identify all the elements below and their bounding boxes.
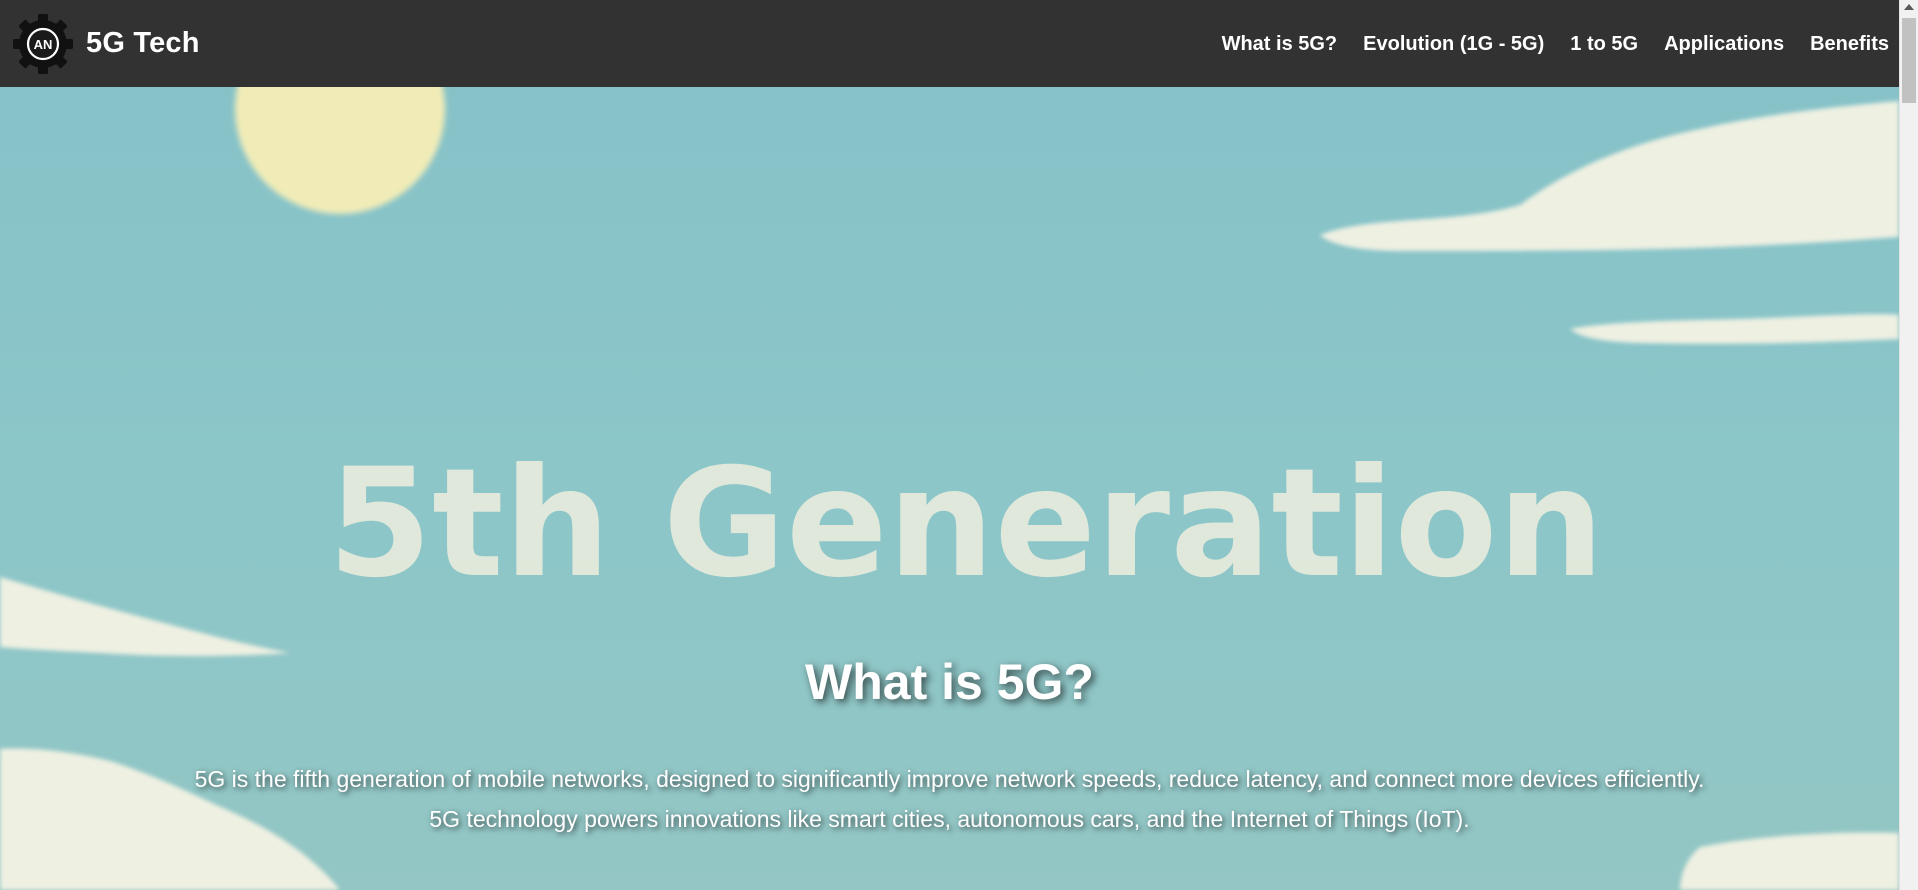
hero-title: What is 5G? — [805, 654, 1094, 710]
main-nav: What is 5G? Evolution (1G - 5G) 1 to 5G … — [1222, 32, 1889, 56]
hero-content: What is 5G? 5G is the fifth generation o… — [0, 87, 1899, 890]
nav-what-is-5g[interactable]: What is 5G? — [1222, 32, 1338, 56]
logo-text: AN — [34, 37, 53, 52]
scrollbar-thumb[interactable] — [1902, 18, 1916, 103]
page: AN 5G Tech What is 5G? Evolution (1G - 5… — [0, 0, 1918, 890]
brand-title: 5G Tech — [86, 27, 200, 59]
hero-description: 5G is the fifth generation of mobile net… — [0, 759, 1899, 839]
nav-evolution[interactable]: Evolution (1G - 5G) — [1363, 32, 1544, 56]
hero-description-line: 5G is the fifth generation of mobile net… — [194, 766, 1705, 792]
nav-1-to-5g[interactable]: 1 to 5G — [1570, 32, 1638, 56]
nav-benefits[interactable]: Benefits — [1810, 32, 1889, 56]
scroll-up-arrow-icon[interactable] — [1904, 4, 1914, 10]
nav-applications[interactable]: Applications — [1664, 32, 1784, 56]
hero-section: 5th Generation What is 5G? 5G is the fif… — [0, 87, 1899, 890]
gear-logo-icon: AN — [13, 13, 73, 74]
brand[interactable]: AN 5G Tech — [12, 13, 200, 75]
page-scrollbar[interactable] — [1899, 0, 1918, 890]
hero-description-line: 5G technology powers innovations like sm… — [429, 806, 1470, 832]
top-navbar: AN 5G Tech What is 5G? Evolution (1G - 5… — [0, 0, 1899, 87]
